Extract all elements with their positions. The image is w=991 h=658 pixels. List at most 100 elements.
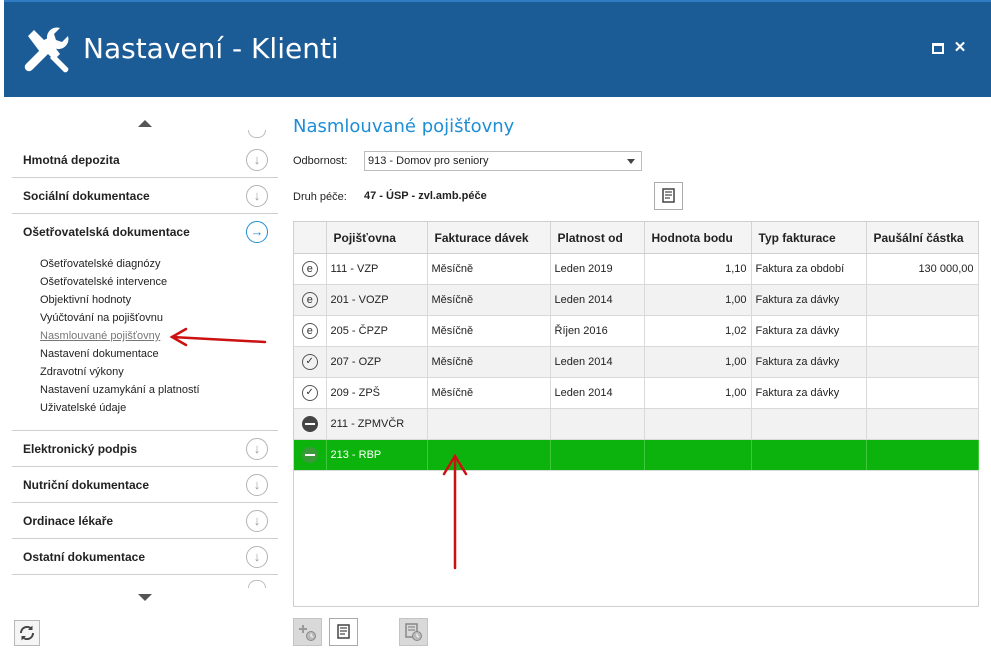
section-label: Elektronický podpis <box>23 442 138 456</box>
close-icon[interactable]: ✕ <box>952 40 968 56</box>
subitem-nastaveni-uzamykani[interactable]: Nastavení uzamykání a platností <box>40 381 270 399</box>
column-header-fakturace[interactable]: Fakturace dávek <box>427 222 551 254</box>
chevron-down-circle-icon: ↓ <box>246 149 268 171</box>
cell-typ <box>751 439 867 471</box>
section-icon-partial <box>248 580 266 588</box>
cell-typ: Faktura za období <box>751 253 867 285</box>
row-status-cell <box>294 439 327 471</box>
column-header-platnost[interactable]: Platnost od <box>550 222 645 254</box>
table-row[interactable]: ✓ 209 - ZPŠ Měsíčně Leden 2014 1,00 Fakt… <box>294 377 979 409</box>
e-circle-icon: e <box>301 292 318 308</box>
table-row[interactable]: ✓ 207 - OZP Měsíčně Leden 2014 1,00 Fakt… <box>294 346 979 378</box>
sidebar-section-elektronicky-podpis[interactable]: Elektronický podpis ↓ <box>12 431 278 467</box>
cell-pojistovna: 111 - VZP <box>326 253 428 285</box>
minus-circle-icon <box>301 447 318 463</box>
section-icon-partial <box>248 130 266 138</box>
chevron-down-circle-icon: ↓ <box>246 474 268 496</box>
cell-platnost: Leden 2014 <box>550 284 645 316</box>
cell-pausal <box>866 346 979 378</box>
add-with-clock-button[interactable] <box>293 618 322 646</box>
cell-pausal <box>866 408 979 440</box>
chevron-down-circle-icon: ↓ <box>246 546 268 568</box>
cell-hodnota: 1,00 <box>644 377 752 409</box>
sidebar-section-ostatni-dokumentace[interactable]: Ostatní dokumentace ↓ <box>12 539 278 575</box>
subitem-vyuctovani-na-pojistovnu[interactable]: Vyúčtování na pojišťovnu <box>40 309 270 327</box>
title-bar: Nastavení - Klienti ✕ <box>4 0 991 97</box>
row-status-cell: e <box>294 284 327 316</box>
cell-pausal <box>866 439 979 471</box>
cell-pojistovna: 205 - ČPZP <box>326 315 428 347</box>
cell-platnost: Leden 2014 <box>550 346 645 378</box>
subitem-osetrovatelske-diagnozy[interactable]: Ošetřovatelské diagnózy <box>40 255 270 273</box>
document-list-icon <box>337 624 350 639</box>
cell-pausal <box>866 377 979 409</box>
section-label: Hmotná depozita <box>23 153 120 167</box>
sidebar-navigation: Hmotná depozita ↓ Sociální dokumentace ↓… <box>12 110 278 610</box>
table-row[interactable]: e 205 - ČPZP Měsíčně Říjen 2016 1,02 Fak… <box>294 315 979 347</box>
column-header-pojistovna[interactable]: Pojišťovna <box>326 222 428 254</box>
cell-typ: Faktura za dávky <box>751 284 867 316</box>
column-header-icon <box>294 222 327 254</box>
cell-platnost <box>550 439 645 471</box>
cell-hodnota: 1,10 <box>644 253 752 285</box>
scroll-up-arrow-icon[interactable] <box>138 120 152 127</box>
insurance-grid: Pojišťovna Fakturace dávek Platnost od H… <box>293 221 979 607</box>
row-status-cell: e <box>294 315 327 347</box>
scroll-down-arrow-icon[interactable] <box>138 594 152 601</box>
cell-hodnota: 1,00 <box>644 346 752 378</box>
cell-hodnota: 1,00 <box>644 284 752 316</box>
refresh-button[interactable] <box>14 620 40 646</box>
druh-pece-label: Druh péče: <box>293 191 347 203</box>
odbornost-label: Odbornost: <box>293 155 348 167</box>
cell-platnost: Říjen 2016 <box>550 315 645 347</box>
cell-platnost: Leden 2014 <box>550 377 645 409</box>
e-circle-icon: e <box>301 323 318 339</box>
section-label: Sociální dokumentace <box>23 189 150 203</box>
sidebar-section-socialni-dokumentace[interactable]: Sociální dokumentace ↓ <box>12 178 278 214</box>
sidebar-section-ordinace-lekare[interactable]: Ordinace lékaře ↓ <box>12 503 278 539</box>
cell-hodnota: 1,02 <box>644 315 752 347</box>
table-row[interactable]: e 111 - VZP Měsíčně Leden 2019 1,10 Fakt… <box>294 253 979 285</box>
chevron-down-circle-icon: ↓ <box>246 510 268 532</box>
cell-platnost <box>550 408 645 440</box>
cell-pojistovna: 207 - OZP <box>326 346 428 378</box>
subitem-uzivatelske-udaje[interactable]: Uživatelské údaje <box>40 399 270 417</box>
refresh-icon <box>19 625 35 641</box>
cell-pojistovna: 201 - VOZP <box>326 284 428 316</box>
odbornost-select[interactable]: 913 - Domov pro seniory <box>364 151 642 171</box>
cell-hodnota <box>644 408 752 440</box>
table-row[interactable]: e 201 - VOZP Měsíčně Leden 2014 1,00 Fak… <box>294 284 979 316</box>
document-list-icon <box>662 188 675 203</box>
cell-pojistovna: 213 - RBP <box>326 439 428 471</box>
sidebar-section-osetrovatelska-dokumentace[interactable]: Ošetřovatelská dokumentace → <box>12 214 278 250</box>
section-label: Ordinace lékaře <box>23 514 114 528</box>
document-button[interactable] <box>654 182 683 210</box>
cell-fakturace <box>427 439 551 471</box>
column-header-hodnota-bodu[interactable]: Hodnota bodu <box>644 222 752 254</box>
subitem-osetrovatelske-intervence[interactable]: Ošetřovatelské intervence <box>40 273 270 291</box>
document-clock-button[interactable] <box>399 618 428 646</box>
cell-pausal <box>866 284 979 316</box>
sidebar-section-nutricni-dokumentace[interactable]: Nutriční dokumentace ↓ <box>12 467 278 503</box>
column-header-pausalni-castka[interactable]: Paušální částka <box>866 222 979 254</box>
check-circle-icon: ✓ <box>301 354 318 370</box>
add-clock-icon <box>299 625 316 641</box>
subitem-objektivni-hodnoty[interactable]: Objektivní hodnoty <box>40 291 270 309</box>
section-label: Nutriční dokumentace <box>23 478 150 492</box>
cell-pojistovna: 211 - ZPMVČR <box>326 408 428 440</box>
grid-header-row: Pojišťovna Fakturace dávek Platnost od H… <box>294 222 979 254</box>
subitem-nasmlouvane-pojistovny[interactable]: Nasmlouvané pojišťovny <box>40 327 270 345</box>
column-header-typ-fakturace[interactable]: Typ fakturace <box>751 222 867 254</box>
chevron-down-circle-icon: ↓ <box>246 185 268 207</box>
maximize-icon[interactable] <box>930 40 946 56</box>
cell-fakturace <box>427 408 551 440</box>
subitem-zdravotni-vykony[interactable]: Zdravotní výkony <box>40 363 270 381</box>
document-list-button[interactable] <box>329 618 358 646</box>
table-row-selected[interactable]: 213 - RBP <box>294 439 979 471</box>
window-title: Nastavení - Klienti <box>83 32 339 65</box>
table-row[interactable]: 211 - ZPMVČR <box>294 408 979 440</box>
sidebar-section-hmotna-depozita[interactable]: Hmotná depozita ↓ <box>12 142 278 178</box>
cell-pojistovna: 209 - ZPŠ <box>326 377 428 409</box>
subitem-nastaveni-dokumentace[interactable]: Nastavení dokumentace <box>40 345 270 363</box>
cell-fakturace: Měsíčně <box>427 253 551 285</box>
